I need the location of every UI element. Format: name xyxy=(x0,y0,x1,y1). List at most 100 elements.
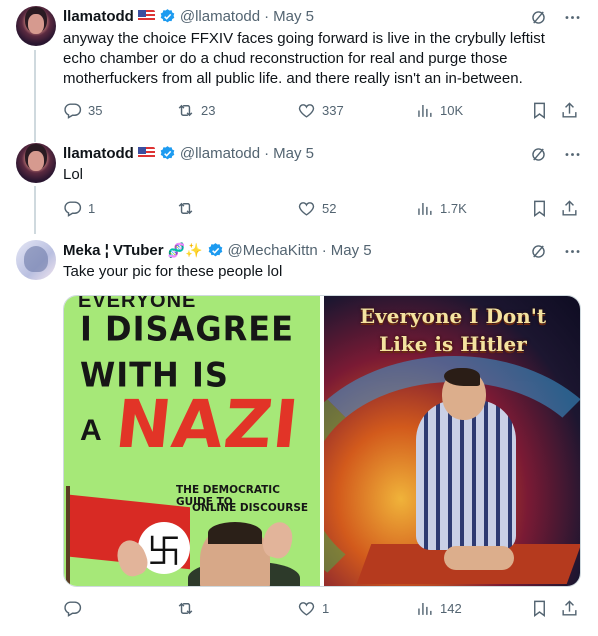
tweet-date[interactable]: May 5 xyxy=(331,242,372,259)
bookmark-icon xyxy=(530,599,549,618)
flag-emblem-glyph: 卐 xyxy=(147,532,181,571)
retweet-button[interactable] xyxy=(176,198,201,218)
tweet-date[interactable]: May 5 xyxy=(273,145,314,162)
views-icon xyxy=(415,101,434,120)
like-icon xyxy=(297,599,316,618)
views-button[interactable]: 10K xyxy=(415,100,463,120)
tweet-2[interactable]: llamatodd @llamatodd · May 5 Lol 1 52 1.… xyxy=(0,140,598,230)
views-icon xyxy=(415,599,434,618)
illustrated-figure xyxy=(200,522,270,586)
book-cover-title: NAZI xyxy=(111,386,303,463)
reply-icon xyxy=(63,199,82,218)
views-button[interactable]: 1.7K xyxy=(415,198,467,218)
tweet-text: Lol xyxy=(63,166,84,183)
handle[interactable]: @llamatodd xyxy=(180,8,260,25)
reply-button[interactable]: 1 xyxy=(63,198,95,218)
more-icon[interactable] xyxy=(562,241,582,261)
handle[interactable]: @llamatodd xyxy=(180,145,260,162)
tweet-1[interactable]: llamatodd @llamatodd · May 5 anyway the … xyxy=(0,0,598,130)
view-count: 1.7K xyxy=(440,200,467,216)
reply-button[interactable]: 35 xyxy=(63,100,102,120)
more-icon[interactable] xyxy=(562,144,582,164)
share-button[interactable] xyxy=(560,598,579,618)
separator-dot: · xyxy=(264,7,270,25)
media-image-book-cover[interactable]: EVERYONE I DISAGREE WITH IS A NAZI THE D… xyxy=(64,296,320,586)
reply-icon xyxy=(63,101,82,120)
tweet-text: anyway the choice FFXIV faces going forw… xyxy=(63,30,545,87)
reply-count: 35 xyxy=(88,102,103,118)
grok-icon[interactable] xyxy=(528,144,548,164)
reply-count: 1 xyxy=(88,200,96,216)
retweet-icon xyxy=(176,599,195,618)
share-icon xyxy=(560,599,579,618)
retweet-count: 23 xyxy=(201,102,216,118)
like-count: 337 xyxy=(322,102,344,118)
display-name[interactable]: Meka ¦ VTuber xyxy=(63,242,164,259)
view-count: 10K xyxy=(440,102,464,118)
name-emojis: 🧬✨ xyxy=(167,241,203,258)
avatar[interactable] xyxy=(16,240,56,280)
like-icon xyxy=(297,101,316,120)
tweet-header: llamatodd @llamatodd · May 5 xyxy=(63,6,314,26)
like-button[interactable]: 52 xyxy=(297,198,336,218)
display-name[interactable]: llamatodd xyxy=(63,145,134,162)
bookmark-button[interactable] xyxy=(530,598,549,618)
like-button[interactable]: 337 xyxy=(297,100,344,120)
art-figure-head xyxy=(441,368,486,420)
grok-icon[interactable] xyxy=(528,241,548,261)
tweet-media[interactable]: EVERYONE I DISAGREE WITH IS A NAZI THE D… xyxy=(63,295,581,587)
verified-badge-icon[interactable] xyxy=(159,8,176,25)
retweet-icon xyxy=(176,101,195,120)
book-cover-line: A xyxy=(80,414,102,447)
action-bar: 1 52 1.7K xyxy=(63,198,581,218)
book-cover-subtitle: ONLINE DISCOURSE xyxy=(192,502,309,514)
action-bar: 1 142 xyxy=(63,598,581,618)
separator-dot: · xyxy=(264,144,270,162)
media-divider xyxy=(320,296,322,586)
reply-icon xyxy=(63,599,82,618)
art-figure-feet xyxy=(443,546,514,570)
bookmark-icon xyxy=(530,101,549,120)
like-count: 1 xyxy=(322,600,330,616)
verified-badge-icon[interactable] xyxy=(207,242,224,259)
like-button[interactable]: 1 xyxy=(297,598,329,618)
like-icon xyxy=(297,199,316,218)
grok-icon[interactable] xyxy=(528,7,548,27)
view-count: 142 xyxy=(440,600,462,616)
art-title-line: Everyone I Don't xyxy=(359,304,547,328)
verified-badge-icon[interactable] xyxy=(159,145,176,162)
display-name[interactable]: llamatodd xyxy=(63,8,134,25)
share-button[interactable] xyxy=(560,198,579,218)
tweet-header: Meka ¦ VTuber 🧬✨ @MechaKittn · May 5 xyxy=(63,240,372,260)
avatar[interactable] xyxy=(16,143,56,183)
retweet-icon xyxy=(176,199,195,218)
retweet-button[interactable] xyxy=(176,598,201,618)
bookmark-button[interactable] xyxy=(530,198,549,218)
tweet-date[interactable]: May 5 xyxy=(273,8,314,25)
views-button[interactable]: 142 xyxy=(415,598,462,618)
art-title-line: Like is Hitler xyxy=(379,332,527,356)
tweet-top-icons xyxy=(528,7,582,27)
tweet-header: llamatodd @llamatodd · May 5 xyxy=(63,143,314,163)
like-count: 52 xyxy=(322,200,337,216)
reply-button[interactable] xyxy=(63,598,88,618)
bookmark-icon xyxy=(530,199,549,218)
handle[interactable]: @MechaKittn xyxy=(228,242,318,259)
us-flag-icon xyxy=(137,147,155,159)
share-icon xyxy=(560,101,579,120)
action-bar: 35 23 337 10K xyxy=(63,100,581,120)
avatar[interactable] xyxy=(16,6,56,46)
us-flag-icon xyxy=(137,10,155,22)
more-icon[interactable] xyxy=(562,7,582,27)
share-button[interactable] xyxy=(560,100,579,120)
separator-dot: · xyxy=(321,241,327,259)
bookmark-button[interactable] xyxy=(530,100,549,120)
tweet-top-icons xyxy=(528,144,582,164)
media-image-hitler-art[interactable]: Everyone I Don't Like is Hitler xyxy=(323,296,580,586)
retweet-button[interactable]: 23 xyxy=(176,100,215,120)
art-figure-body xyxy=(415,400,516,550)
share-icon xyxy=(560,199,579,218)
tweet-top-icons xyxy=(528,241,582,261)
book-cover-line: I DISAGREE xyxy=(80,309,294,349)
tweet-text: Take your pic for these people lol xyxy=(63,263,283,280)
